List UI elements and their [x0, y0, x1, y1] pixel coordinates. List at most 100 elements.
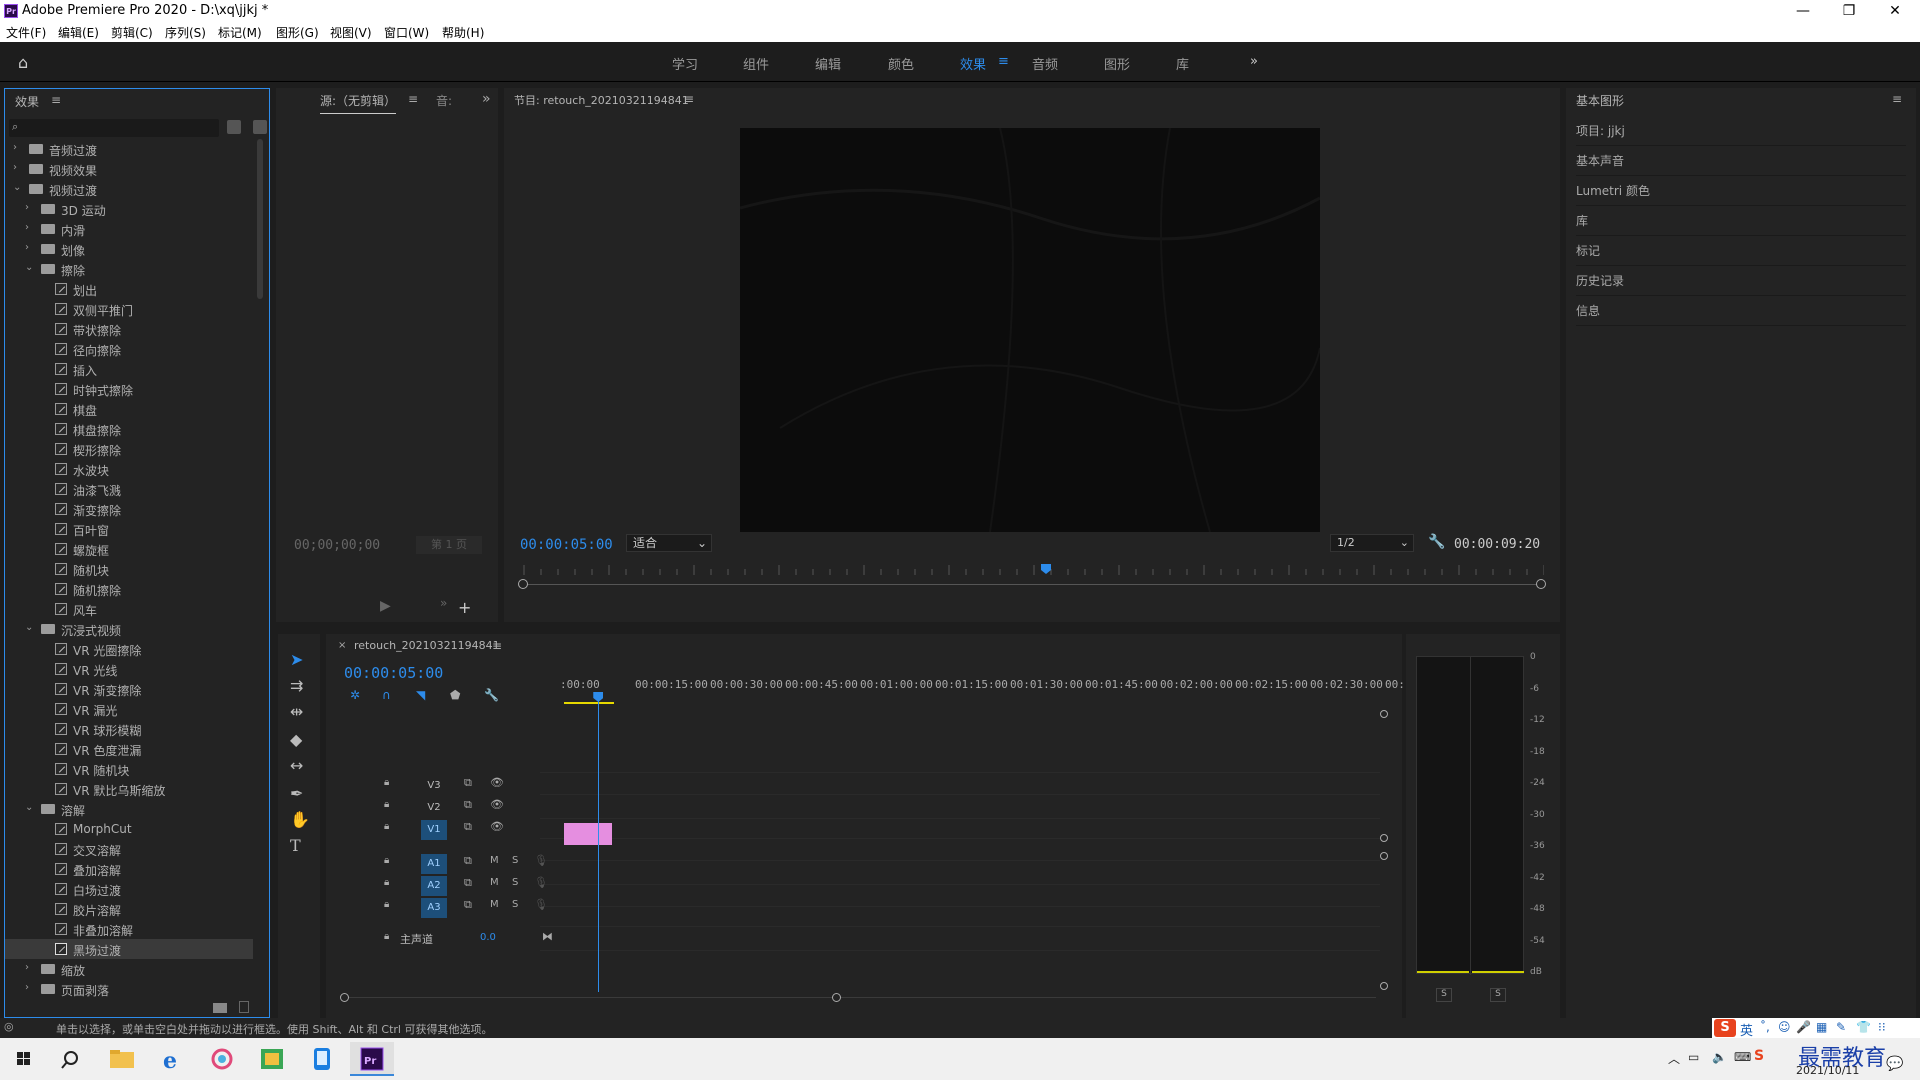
- effects-folder[interactable]: › 页面剥落: [5, 979, 253, 999]
- voiceover-mic-icon[interactable]: 🎙︎: [534, 854, 548, 867]
- menu-edit[interactable]: 编辑(E): [58, 24, 99, 41]
- panel-list-item[interactable]: 项目: jjkj: [1576, 116, 1906, 146]
- effects-folder[interactable]: › 内滑: [5, 219, 253, 239]
- effects-folder[interactable]: › 3D 运动: [5, 199, 253, 219]
- effects-panel-title[interactable]: 效果: [15, 93, 39, 110]
- h-scroll-handle-left[interactable]: [340, 993, 349, 1002]
- chevron-right-icon[interactable]: ›: [25, 222, 29, 233]
- selection-tool-icon[interactable]: ➤: [290, 650, 303, 669]
- effect-item[interactable]: 油漆飞溅: [5, 479, 253, 499]
- effect-item[interactable]: VR 光圈擦除: [5, 639, 253, 659]
- workspace-tab-assembly[interactable]: 组件: [743, 54, 769, 73]
- program-time-ruler[interactable]: [520, 564, 1545, 575]
- effect-item[interactable]: VR 默比乌斯缩放: [5, 779, 253, 799]
- chevron-down-icon[interactable]: ⌄: [25, 262, 33, 273]
- menu-graphics[interactable]: 图形(G): [276, 24, 319, 41]
- program-zoom-bar[interactable]: [524, 584, 1540, 585]
- chevron-down-icon[interactable]: ⌄: [25, 622, 33, 633]
- panel-list-item[interactable]: 历史记录: [1576, 266, 1906, 296]
- taskbar-file-explorer[interactable]: [100, 1042, 144, 1076]
- work-area-bar[interactable]: [564, 702, 614, 704]
- essential-panel-menu-icon[interactable]: ≡: [1892, 92, 1902, 106]
- program-current-timecode[interactable]: 00:00:05:00: [520, 537, 613, 553]
- effect-item[interactable]: 叠加溶解: [5, 859, 253, 879]
- track-target-toggle[interactable]: V2: [421, 798, 447, 818]
- workspace-tab-editing[interactable]: 编辑: [815, 54, 841, 73]
- workspace-tab-color[interactable]: 颜色: [888, 54, 914, 73]
- notification-icon[interactable]: 💬: [1886, 1056, 1903, 1072]
- effect-item[interactable]: VR 球形模糊: [5, 719, 253, 739]
- hand-tool-icon[interactable]: ✋: [290, 810, 310, 829]
- start-button[interactable]: [2, 1042, 46, 1076]
- menu-window[interactable]: 窗口(W): [384, 24, 429, 41]
- effects-panel-menu-icon[interactable]: ≡: [51, 93, 61, 107]
- sync-lock-icon[interactable]: ⧉: [464, 820, 472, 834]
- ime-menu-icon[interactable]: ⁝⁝: [1878, 1020, 1886, 1034]
- menu-sequence[interactable]: 序列(S): [165, 24, 206, 41]
- sogou-ime-icon[interactable]: S: [1714, 1019, 1736, 1037]
- effect-item[interactable]: 时钟式擦除: [5, 379, 253, 399]
- master-volume-value[interactable]: 0.0: [480, 932, 496, 943]
- solo-left-button[interactable]: S: [1436, 988, 1452, 1002]
- tray-expand-icon[interactable]: ︿: [1668, 1050, 1680, 1067]
- taskbar-edge[interactable]: e: [150, 1042, 194, 1076]
- go-to-next-keyframe-icon[interactable]: ⧓: [542, 930, 553, 943]
- type-tool-icon[interactable]: T: [290, 836, 301, 855]
- effects-search-field[interactable]: ⌕: [9, 119, 219, 137]
- source-timecode[interactable]: 00;00;00;00: [294, 538, 380, 553]
- razor-tool-icon[interactable]: ◆: [290, 730, 302, 749]
- panel-list-item[interactable]: 信息: [1576, 296, 1906, 326]
- effect-item[interactable]: 插入: [5, 359, 253, 379]
- h-scroll-handle-right[interactable]: [832, 993, 841, 1002]
- effect-item[interactable]: 楔形擦除: [5, 439, 253, 459]
- effects-search-input[interactable]: [27, 120, 213, 136]
- source-page-dropdown[interactable]: 第 1 页: [416, 536, 482, 554]
- effects-folder[interactable]: › 音频过渡: [5, 139, 253, 159]
- effect-item[interactable]: 划出: [5, 279, 253, 299]
- ripple-edit-tool-icon[interactable]: ⇹: [290, 702, 303, 721]
- panel-list-item[interactable]: 基本声音: [1576, 146, 1906, 176]
- effects-folder[interactable]: › 视频效果: [5, 159, 253, 179]
- menu-help[interactable]: 帮助(H): [442, 24, 484, 41]
- effects-folder[interactable]: ⌄ 沉浸式视频: [5, 619, 253, 639]
- accelerated-effects-icon[interactable]: [227, 120, 241, 134]
- v-scroll-handle-bottom[interactable]: [1380, 982, 1388, 990]
- source-add-button-icon[interactable]: +: [458, 598, 471, 617]
- wrench-settings-icon[interactable]: 🔧: [1428, 534, 1445, 550]
- source-panel-menu-icon[interactable]: ≡: [408, 92, 418, 106]
- effect-item[interactable]: 白场过渡: [5, 879, 253, 899]
- effect-item[interactable]: 渐变擦除: [5, 499, 253, 519]
- slip-tool-icon[interactable]: ↔: [290, 756, 303, 775]
- sogou-tray-icon[interactable]: S: [1754, 1048, 1764, 1064]
- effect-item[interactable]: VR 随机块: [5, 759, 253, 779]
- chevron-right-icon[interactable]: ›: [13, 162, 17, 173]
- zoom-handle-left[interactable]: [518, 579, 528, 589]
- ime-punct-icon[interactable]: ˚,: [1760, 1020, 1770, 1034]
- effect-item[interactable]: 径向擦除: [5, 339, 253, 359]
- ime-toolbar[interactable]: S 英 ˚, ☺ 🎤 ▦ ✎ 👕 ⁝⁝: [1712, 1018, 1920, 1039]
- chevron-right-icon[interactable]: ›: [25, 982, 29, 993]
- effects-folder[interactable]: › 缩放: [5, 959, 253, 979]
- solo-right-button[interactable]: S: [1490, 988, 1506, 1002]
- source-play-icon[interactable]: ▶: [380, 598, 391, 614]
- solo-button[interactable]: S: [512, 899, 518, 910]
- menu-file[interactable]: 文件(F): [6, 24, 46, 41]
- workspace-tab-audio[interactable]: 音频: [1032, 54, 1058, 73]
- effects-folder[interactable]: ⌄ 视频过渡: [5, 179, 253, 199]
- source-tab[interactable]: 源:（无剪辑）: [320, 92, 397, 114]
- eye-visibility-icon[interactable]: 👁︎: [490, 798, 504, 811]
- timeline-playhead[interactable]: [598, 696, 600, 992]
- home-icon[interactable]: ⌂: [18, 53, 28, 72]
- menu-markers[interactable]: 标记(M): [218, 24, 262, 41]
- panel-list-item[interactable]: 库: [1576, 206, 1906, 236]
- program-title[interactable]: 节目: retouch_20210321194841: [514, 92, 689, 108]
- menu-clip[interactable]: 剪辑(C): [111, 24, 153, 41]
- track-target-toggle[interactable]: A2: [421, 876, 447, 896]
- ime-mode[interactable]: 英: [1740, 1020, 1753, 1039]
- effect-item[interactable]: VR 色度泄漏: [5, 739, 253, 759]
- effect-item[interactable]: 随机擦除: [5, 579, 253, 599]
- network-icon[interactable]: ▭: [1688, 1050, 1699, 1064]
- minimize-button[interactable]: —: [1780, 0, 1826, 22]
- workspace-tab-learn[interactable]: 学习: [672, 54, 698, 73]
- timeline-ruler[interactable]: :00:00 00:00:15:00 00:00:30:00 00:00:45:00 0…: [526, 634, 1405, 704]
